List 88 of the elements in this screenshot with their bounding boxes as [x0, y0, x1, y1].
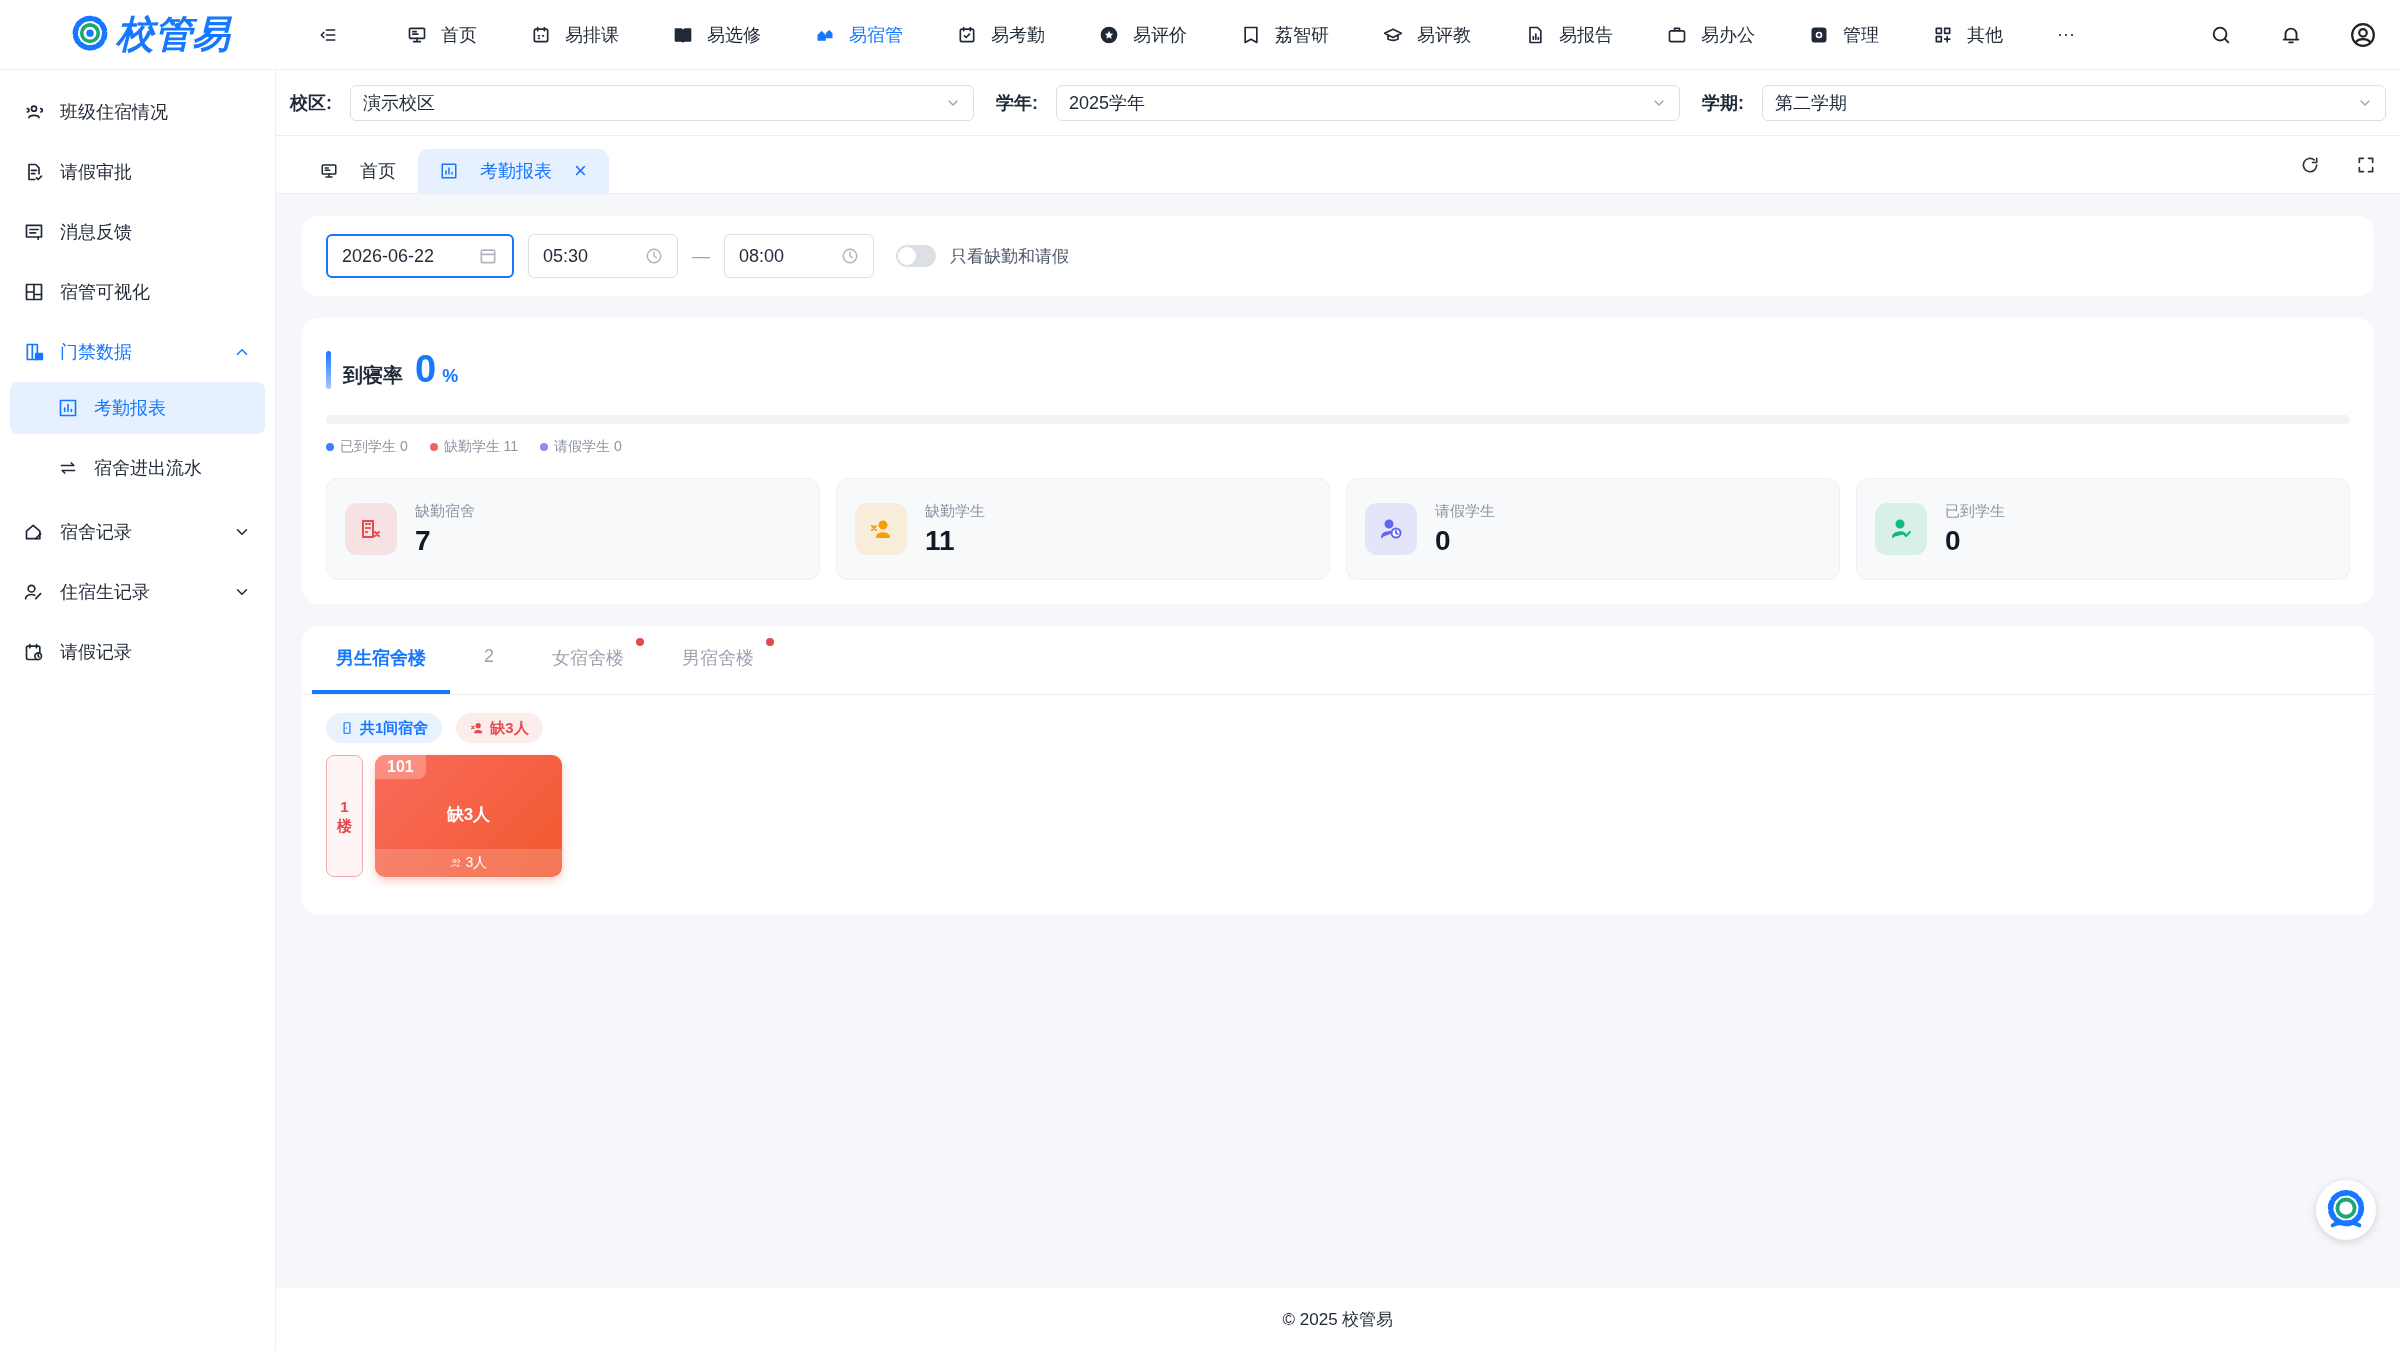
sidebar-item[interactable]: 门禁数据	[0, 322, 275, 382]
chart-icon	[58, 398, 78, 418]
door-lock-icon	[24, 342, 44, 362]
bookmark-icon	[1241, 24, 1261, 45]
footer-text: © 2025 校管易	[276, 1288, 2400, 1350]
house-edit-icon	[24, 522, 44, 542]
door-icon	[340, 721, 354, 735]
select-field[interactable]: 第二学期	[1762, 84, 2386, 121]
layout-icon	[24, 282, 44, 302]
toggle-switch[interactable]	[896, 245, 936, 267]
nav-item[interactable]: 易办公	[1640, 0, 1782, 70]
stat-value: 11	[925, 524, 956, 557]
filter-label: 校区:	[290, 91, 332, 115]
nav-item[interactable]: 易考勤	[930, 0, 1072, 70]
user-x-icon	[470, 721, 485, 735]
rate-title: 到寝率	[343, 363, 403, 388]
legend-label: 缺勤学生 11	[443, 438, 519, 456]
toggle-label: 只看缺勤和请假	[950, 245, 1069, 268]
sidebar-item[interactable]: 消息反馈	[0, 202, 275, 262]
rate-unit: %	[442, 366, 459, 387]
building-tab[interactable]: 男生宿舍楼	[312, 626, 450, 694]
close-button[interactable]: ×	[574, 158, 587, 184]
nav-item[interactable]: 其他	[1906, 0, 2030, 70]
nav-item[interactable]: 易宿管	[788, 0, 930, 70]
nav-item[interactable]: 荔智研	[1214, 0, 1356, 70]
rate-value: 0	[415, 348, 437, 391]
nav-item[interactable]: 易选修	[646, 0, 788, 70]
time-field[interactable]: 05:30	[528, 234, 678, 278]
message-icon	[24, 222, 44, 242]
filter-label: 学年:	[996, 91, 1038, 115]
sidebar-item[interactable]: 宿舍进出流水	[10, 442, 265, 494]
tab-label: 首页	[360, 160, 396, 183]
user-edit-icon	[24, 582, 44, 602]
calendar-clock-icon	[24, 642, 44, 662]
sidebar-item[interactable]: 宿管可视化	[0, 262, 275, 322]
room-number: 101	[375, 755, 426, 779]
date-field[interactable]: 2026-06-22	[326, 234, 514, 278]
select-field[interactable]: 演示校区	[350, 84, 974, 121]
stat-value: 7	[415, 524, 432, 557]
summary-tag: 缺3人	[456, 713, 543, 743]
legend-label: 已到学生 0	[340, 438, 408, 456]
range-separator: —	[692, 245, 710, 267]
stat-value: 0	[1435, 524, 1452, 557]
stat-label: 请假学生	[1435, 501, 1495, 521]
calendar-check-icon	[957, 24, 977, 45]
sidebar-item[interactable]: 住宿生记录	[0, 562, 275, 622]
floor-label: 1楼	[326, 755, 363, 877]
room-status: 缺3人	[445, 803, 492, 826]
notification-dot	[636, 638, 644, 646]
page-tab[interactable]: 首页	[320, 149, 418, 193]
notification-dot	[766, 638, 774, 646]
tab-label: 考勤报表	[480, 160, 552, 183]
stat-value: 0	[1945, 524, 1962, 557]
sidebar-item[interactable]: 班级住宿情况	[0, 82, 275, 142]
filter-label: 学期:	[1702, 91, 1744, 115]
chart-icon	[440, 162, 458, 180]
clock-icon	[841, 247, 859, 265]
nav-item[interactable]: 易评教	[1356, 0, 1498, 70]
sidebar-item[interactable]: 请假审批	[0, 142, 275, 202]
sidebar-item[interactable]: 宿舍记录	[0, 502, 275, 562]
stat-label: 缺勤宿舍	[415, 501, 475, 521]
nav-item[interactable]: 首页	[380, 0, 504, 70]
calendar-icon	[531, 24, 551, 45]
nav-item[interactable]: 易排课	[504, 0, 646, 70]
select-field[interactable]: 2025学年	[1056, 84, 1680, 121]
calendar-icon	[478, 246, 498, 266]
building-x-icon	[359, 517, 383, 541]
summary-tag: 共1间宿舍	[326, 713, 443, 743]
user-circle-icon[interactable]	[2350, 21, 2376, 48]
nav-item[interactable]: ···	[2030, 0, 2102, 70]
time-field[interactable]: 08:00	[724, 234, 874, 278]
logo-text: 校管易	[116, 12, 230, 57]
nav-item[interactable]: 易评价	[1072, 0, 1214, 70]
stat-label: 缺勤学生	[925, 501, 985, 521]
room-occupancy: 3人	[465, 854, 488, 872]
user-check-icon	[1889, 517, 1913, 541]
user-clock-icon	[1379, 517, 1403, 541]
nav-item[interactable]: 管理	[1782, 0, 1906, 70]
legend-label: 请假学生 0	[554, 438, 622, 456]
page-tab[interactable]: 考勤报表 ×	[418, 149, 609, 193]
assistant-button[interactable]	[2316, 1180, 2376, 1240]
sidebar-item[interactable]: 请假记录	[0, 622, 275, 682]
clock-icon	[645, 247, 663, 265]
stat-label: 已到学生	[1945, 501, 2005, 521]
sidebar-item[interactable]: 考勤报表	[10, 382, 265, 434]
monitor-icon	[320, 162, 338, 180]
nav-item[interactable]: 易报告	[1498, 0, 1640, 70]
accent-bar	[326, 350, 331, 389]
